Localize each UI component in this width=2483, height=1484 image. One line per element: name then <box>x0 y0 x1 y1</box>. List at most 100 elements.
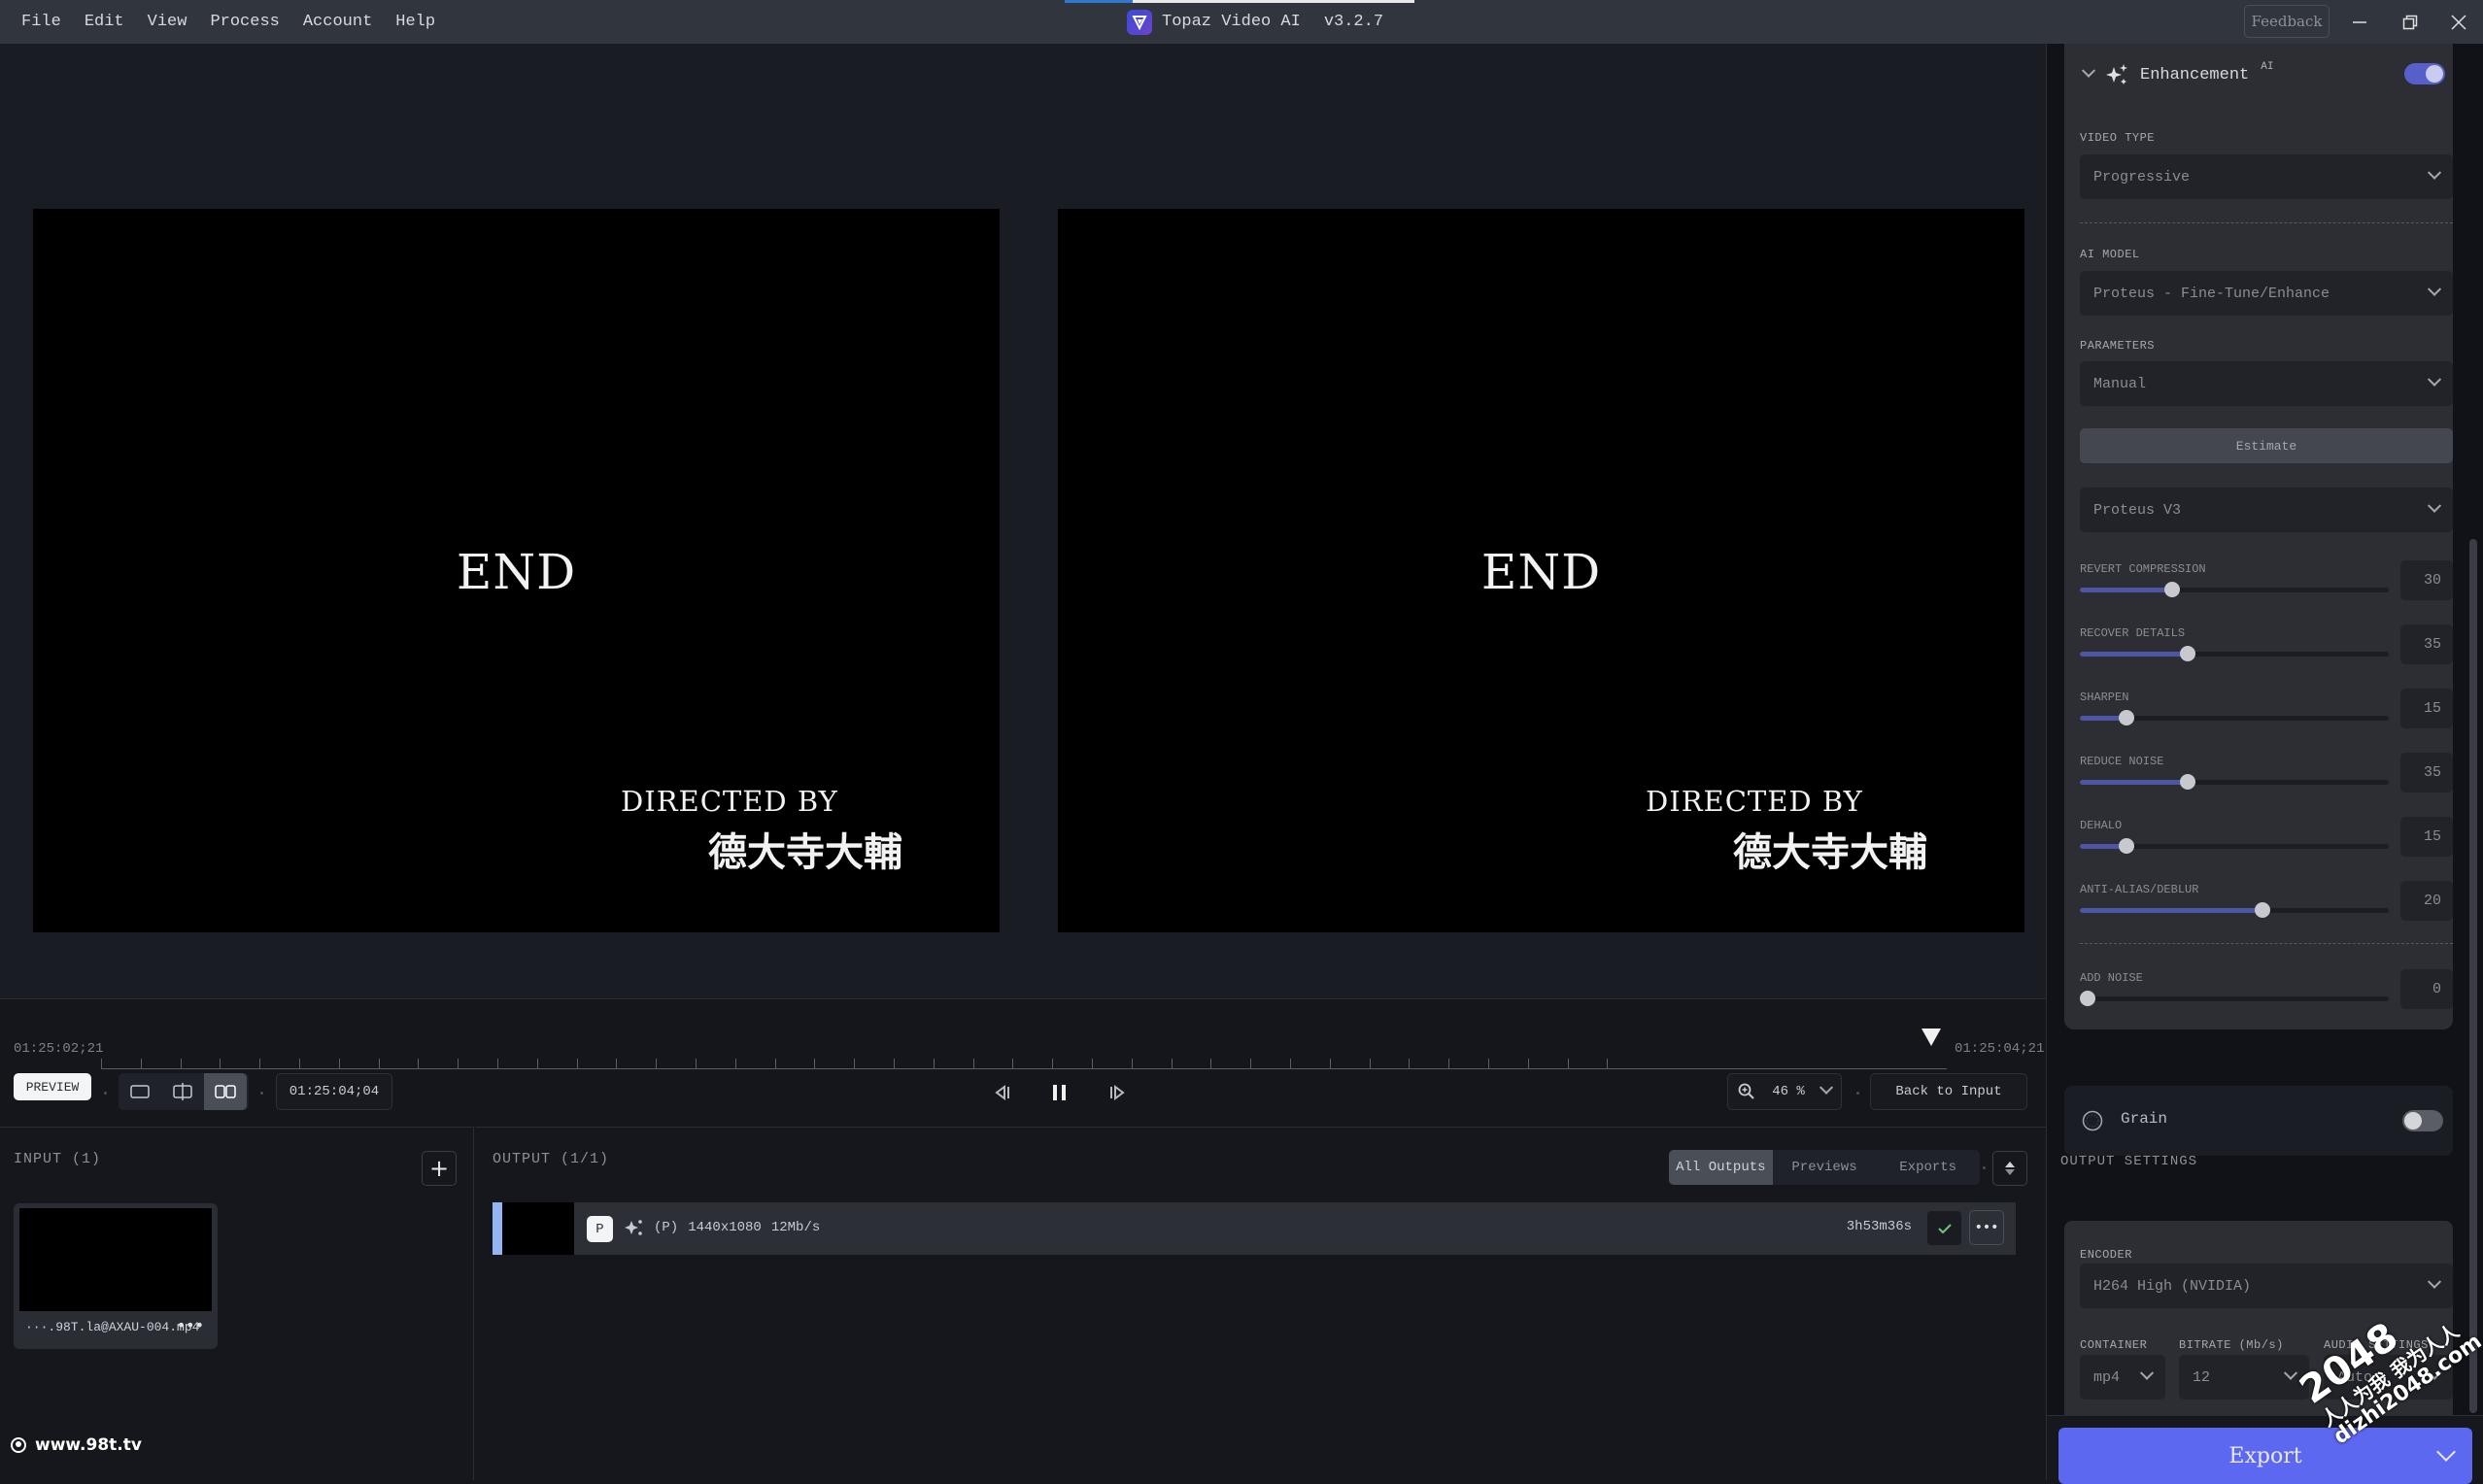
side-by-side-view-button[interactable] <box>204 1073 247 1110</box>
audio-settings-select[interactable]: Auto <box>2324 1355 2453 1400</box>
chevron-down-icon <box>2427 498 2442 513</box>
chevron-down-icon <box>2139 1366 2155 1380</box>
menu-process[interactable]: Process <box>198 13 290 31</box>
minimize-button[interactable] <box>2335 0 2384 44</box>
audio-settings-label: AUDIO SETTINGS <box>2324 1338 2429 1352</box>
collapse-chevron-icon[interactable] <box>2081 63 2096 78</box>
timeline-tick <box>180 1059 182 1068</box>
model-version-select[interactable]: Proteus V3 <box>2080 488 2453 532</box>
slider-value-field[interactable]: 15 <box>2400 689 2453 728</box>
slider-value-field[interactable]: 15 <box>2400 817 2453 857</box>
slider-knob[interactable] <box>2118 710 2134 725</box>
zoom-select[interactable]: 46 % <box>1727 1073 1842 1110</box>
sort-button[interactable] <box>1992 1151 2027 1186</box>
slider-track[interactable] <box>2080 582 2389 597</box>
slider-label: DEHALO <box>2080 819 2123 832</box>
slider-fill <box>2080 780 2189 785</box>
more-options-button[interactable]: ••• <box>177 1316 204 1334</box>
frame-text-directed: DIRECTED BY <box>1646 785 1863 818</box>
tab-exports[interactable]: Exports <box>1876 1150 1980 1185</box>
enhancement-toggle[interactable] <box>2404 63 2445 84</box>
slider-knob[interactable] <box>2180 774 2196 790</box>
output-more-button[interactable]: ••• <box>1969 1210 2004 1245</box>
slider-value-field[interactable]: 35 <box>2400 753 2453 793</box>
timeline-tick <box>1448 1059 1450 1068</box>
timeline-tick <box>1092 1059 1093 1068</box>
preview-button[interactable]: PREVIEW <box>14 1073 91 1100</box>
estimate-button[interactable]: Estimate <box>2080 428 2453 463</box>
single-view-button[interactable] <box>119 1073 161 1110</box>
slider-knob[interactable] <box>2254 902 2270 918</box>
output-title: OUTPUT (1/1) <box>493 1151 610 1167</box>
slider-reduce-noise: REDUCE NOISE 35 <box>2080 753 2453 813</box>
slider-knob[interactable] <box>2180 646 2196 661</box>
bitrate-select[interactable]: 12 <box>2179 1355 2309 1400</box>
ai-superscript: AI <box>2261 61 2274 73</box>
slider-fill <box>2080 652 2189 657</box>
output-video-frame[interactable]: END DIRECTED BY 德大寺大輔 <box>1058 209 2024 932</box>
menu-file[interactable]: File <box>10 13 73 31</box>
timeline-ruler[interactable] <box>101 1054 1947 1069</box>
container-select[interactable]: mp4 <box>2080 1355 2165 1400</box>
slider-value-field[interactable]: 0 <box>2400 969 2453 1009</box>
playhead-handle[interactable] <box>1922 1029 1941 1046</box>
separator-dot <box>1983 1166 1986 1169</box>
encoder-label: ENCODER <box>2080 1248 2132 1262</box>
app-version: v3.2.7 <box>1323 13 1384 31</box>
slider-knob[interactable] <box>2118 838 2134 854</box>
parameters-select[interactable]: Manual <box>2080 361 2453 406</box>
ai-model-select[interactable]: Proteus - Fine-Tune/Enhance <box>2080 271 2453 316</box>
back-to-input-button[interactable]: Back to Input <box>1870 1073 2027 1110</box>
slider-fill <box>2080 588 2173 592</box>
menu-edit[interactable]: Edit <box>73 13 136 31</box>
menu-account[interactable]: Account <box>291 13 384 31</box>
add-input-button[interactable]: + <box>422 1151 457 1186</box>
next-frame-button[interactable] <box>1098 1078 1137 1107</box>
timeline-tick <box>1131 1059 1133 1068</box>
slider-knob[interactable] <box>2080 991 2095 1006</box>
tab-all-outputs[interactable]: All Outputs <box>1669 1150 1773 1185</box>
output-resolution: 1440x1080 <box>688 1220 762 1235</box>
menu-view[interactable]: View <box>136 13 199 31</box>
split-view-button[interactable] <box>161 1073 204 1110</box>
chevron-down-icon <box>1819 1080 1834 1095</box>
slider-revert-compression: REVERT COMPRESSION 30 <box>2080 560 2453 621</box>
step-forward-icon <box>1110 1085 1125 1100</box>
enhancement-header[interactable]: Enhancement AI <box>2080 61 2274 86</box>
timeline-tick <box>1488 1059 1489 1068</box>
slider-track[interactable] <box>2080 838 2389 854</box>
output-list-item[interactable]: P (P) 1440x1080 12Mb/s 3h53m36s ••• <box>493 1202 2016 1255</box>
export-options-chevron-icon[interactable] <box>2436 1442 2456 1462</box>
slider-track[interactable] <box>2080 774 2389 790</box>
close-button[interactable] <box>2434 0 2483 44</box>
title-bar: File Edit View Process Account Help Topa… <box>0 0 2483 44</box>
slider-track[interactable] <box>2080 646 2389 661</box>
pause-button[interactable] <box>1040 1078 1079 1107</box>
slider-value-field[interactable]: 20 <box>2400 881 2453 921</box>
chevron-down-icon <box>2427 165 2442 180</box>
video-type-select[interactable]: Progressive <box>2080 154 2453 199</box>
slider-knob[interactable] <box>2164 582 2181 597</box>
restore-button[interactable] <box>2386 0 2434 44</box>
current-time-field[interactable]: 01:25:04;04 <box>276 1073 392 1110</box>
sidebar-scrollbar[interactable] <box>2469 539 2477 1413</box>
menu-help[interactable]: Help <box>384 13 447 31</box>
encoder-select[interactable]: H264 High (NVIDIA) <box>2080 1264 2453 1308</box>
input-video-frame[interactable]: END DIRECTED BY 德大寺大輔 <box>33 209 1000 932</box>
previous-frame-button[interactable] <box>983 1078 1022 1107</box>
slider-label: RECOVER DETAILS <box>2080 626 2186 640</box>
grain-toggle[interactable] <box>2402 1110 2443 1131</box>
tab-previews[interactable]: Previews <box>1773 1150 1877 1185</box>
slider-value-field[interactable]: 35 <box>2400 624 2453 664</box>
frame-text-name: 德大寺大輔 <box>708 829 902 875</box>
slider-track[interactable] <box>2080 902 2389 918</box>
output-thumbnail <box>502 1202 574 1255</box>
timeline-tick <box>497 1059 498 1068</box>
container-label: CONTAINER <box>2080 1338 2148 1352</box>
slider-track[interactable] <box>2080 991 2389 1006</box>
feedback-button[interactable]: Feedback <box>2244 5 2330 38</box>
input-file-card[interactable]: ···.98T.la@AXAU-004.mp4 ••• <box>14 1203 218 1349</box>
slider-value-field[interactable]: 30 <box>2400 560 2453 600</box>
export-button[interactable]: Export <box>2058 1428 2472 1484</box>
slider-track[interactable] <box>2080 710 2389 725</box>
